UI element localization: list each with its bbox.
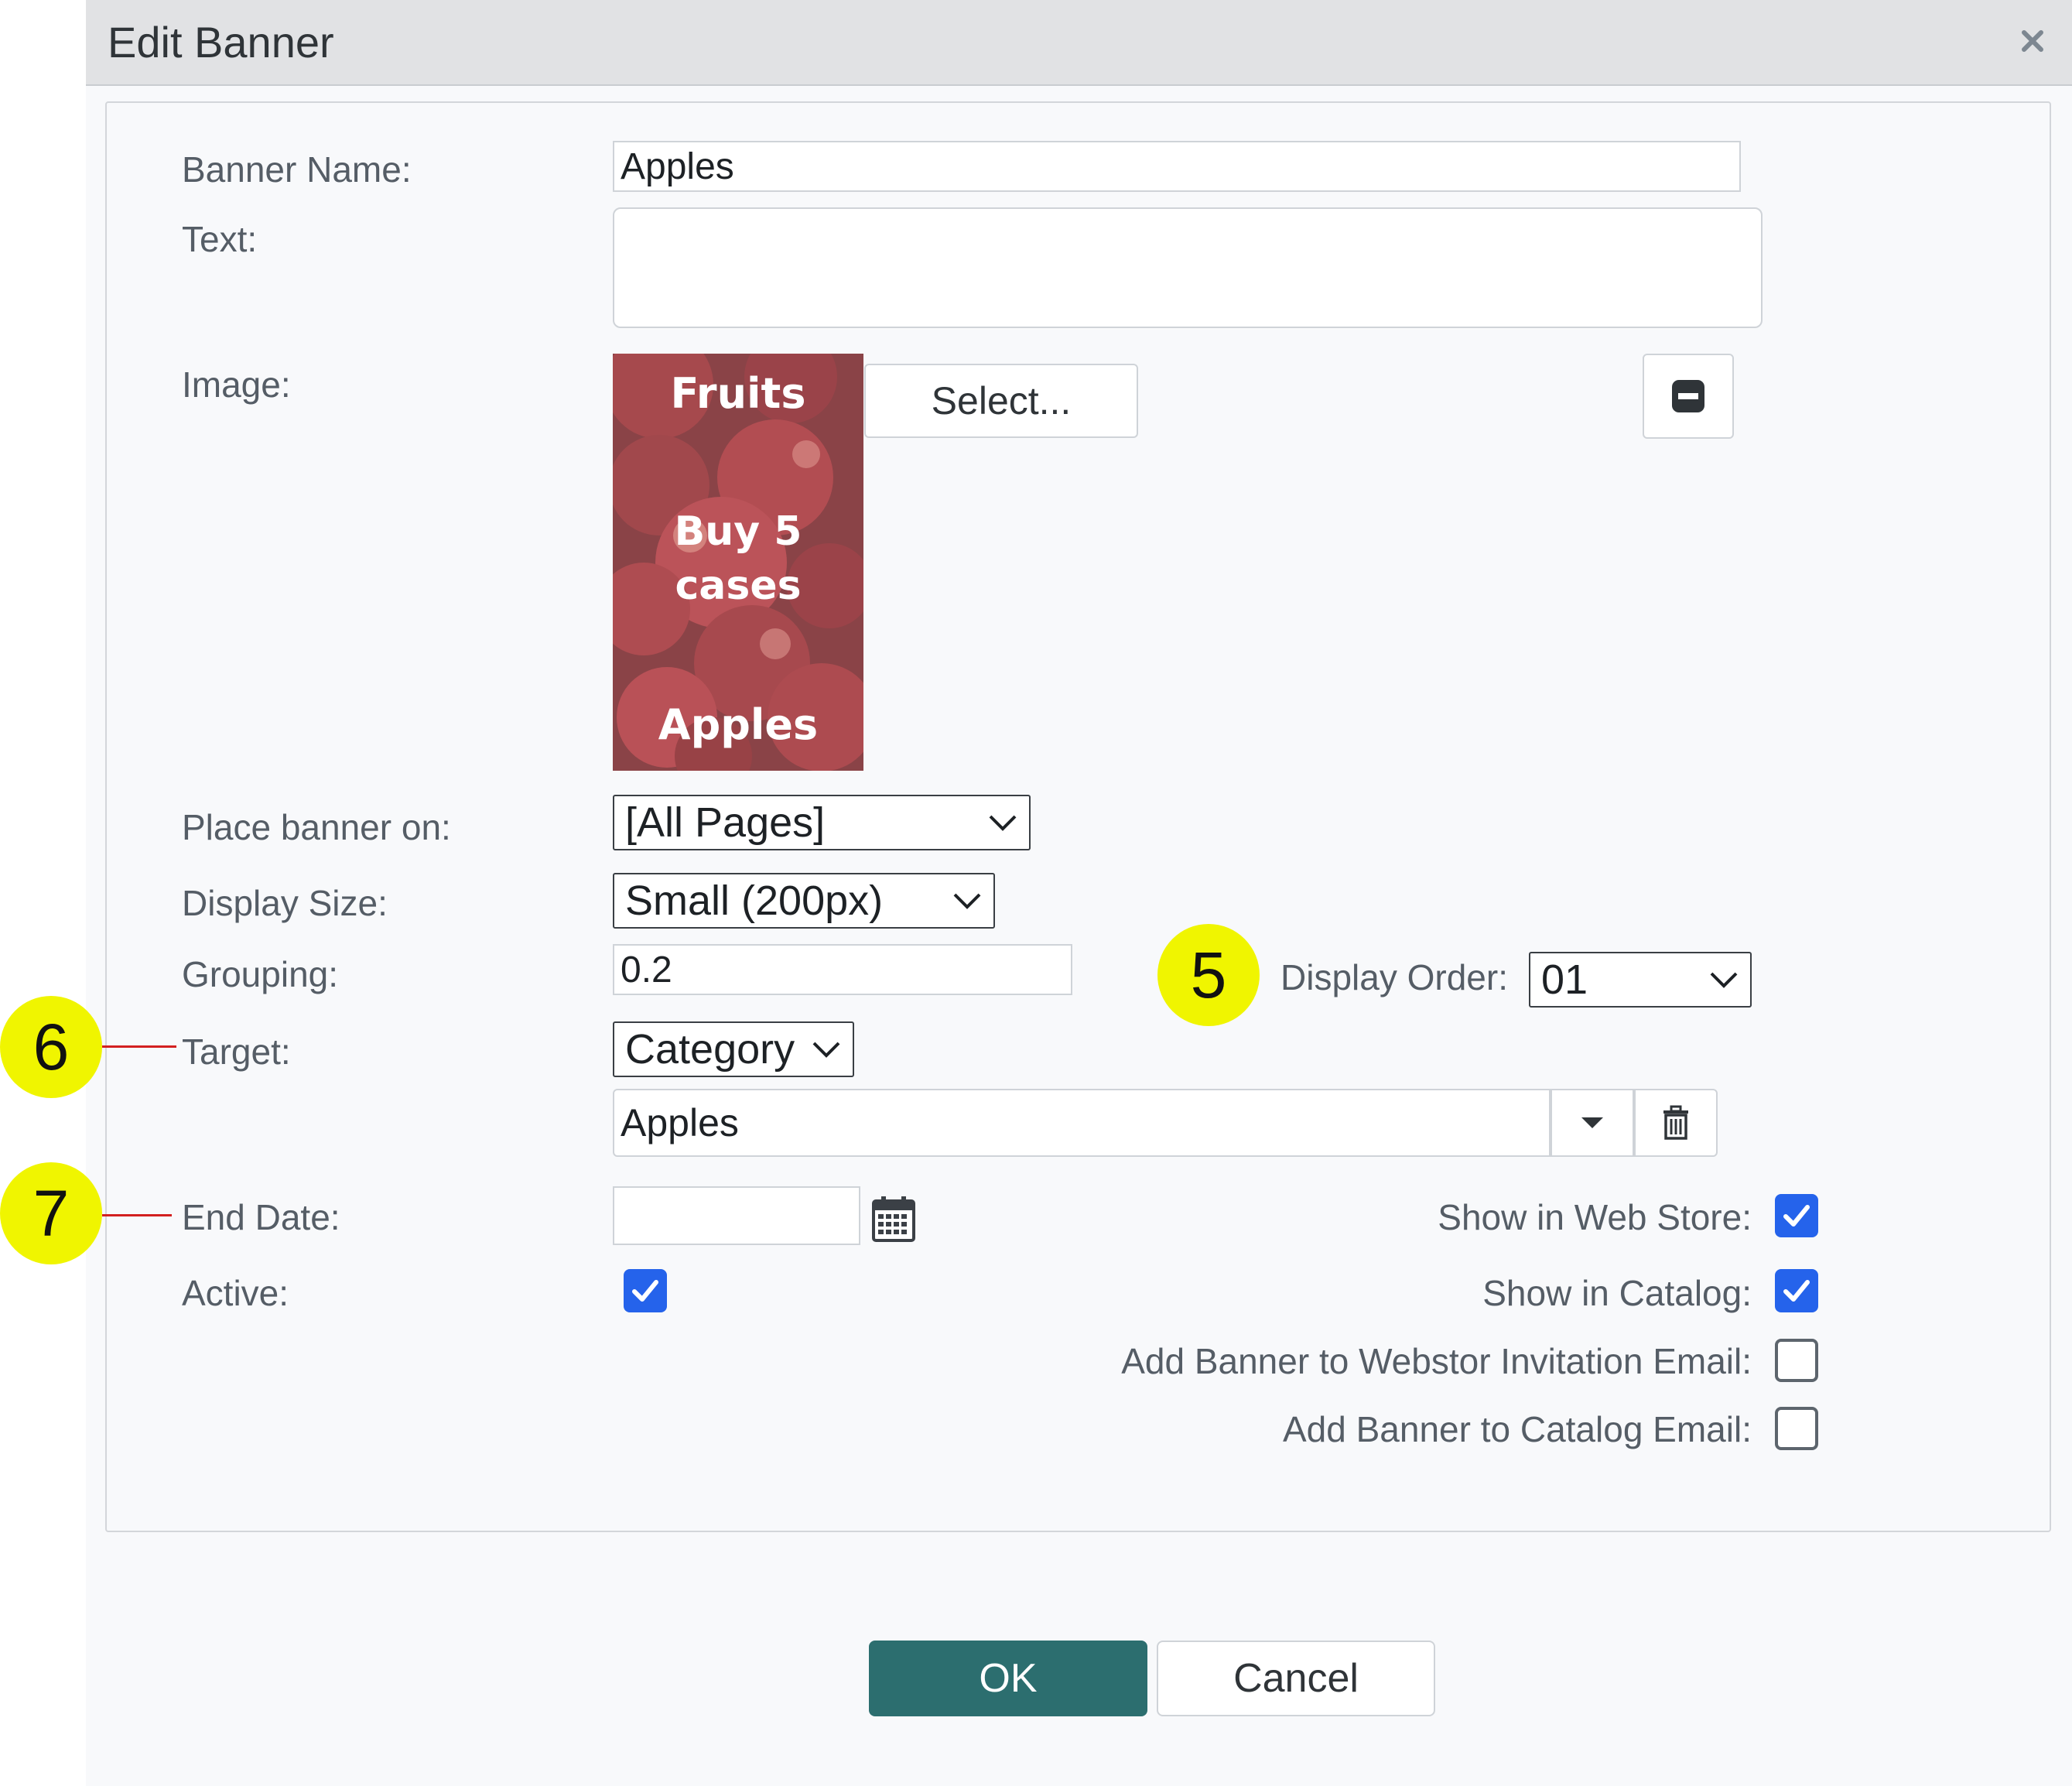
chevron-down-icon [1710,972,1738,988]
callout-6: 6 [0,996,102,1098]
calendar-icon[interactable] [871,1195,916,1243]
place-banner-select[interactable]: [All Pages] [613,795,1031,850]
cancel-button[interactable]: Cancel [1157,1641,1435,1716]
display-order-select[interactable]: 01 [1529,952,1752,1008]
checkmark-icon [632,1280,658,1302]
display-size-label: Display Size: [182,883,388,923]
select-image-button[interactable]: Select... [864,364,1138,438]
end-date-label: End Date: [182,1197,340,1237]
show-catalog-label: Show in Catalog: [1482,1273,1752,1313]
banner-image-text-cases: cases [675,563,802,609]
end-date-input[interactable] [613,1186,860,1245]
banner-image-preview: Fruits Buy 5 cases Apples [613,354,863,771]
image-label: Image: [182,364,291,405]
callout-6-leader [102,1045,176,1048]
place-banner-value: [All Pages] [625,799,826,846]
target-item-input[interactable]: Apples [613,1089,1551,1157]
add-catalog-email-checkbox[interactable] [1775,1407,1818,1450]
active-checkbox[interactable] [624,1269,667,1312]
banner-image-text-fruits: Fruits [670,369,806,418]
text-label: Text: [182,219,258,259]
caret-down-icon [1581,1117,1603,1128]
banner-image-text-buy: Buy 5 [674,508,802,555]
callout-7: 7 [0,1162,102,1264]
dialog-titlebar: Edit Banner [86,0,2072,86]
callout-7-leader [102,1214,172,1216]
target-value: Category [625,1026,795,1073]
chevron-down-icon [953,893,981,909]
target-label: Target: [182,1032,291,1072]
callout-5: 5 [1157,924,1260,1026]
display-order-label: Display Order: [1280,957,1508,997]
show-web-store-label: Show in Web Store: [1438,1197,1752,1237]
show-catalog-checkbox[interactable] [1775,1269,1818,1312]
banner-name-input[interactable]: Apples [613,141,1741,192]
remove-image-button[interactable] [1643,354,1734,439]
target-select[interactable]: Category [613,1021,854,1077]
banner-image-text-apples: Apples [658,700,819,749]
display-size-value: Small (200px) [625,878,884,924]
display-size-select[interactable]: Small (200px) [613,873,995,929]
place-banner-label: Place banner on: [182,807,451,847]
ok-button[interactable]: OK [869,1641,1147,1716]
dialog-title: Edit Banner [108,18,334,67]
target-item-delete-button[interactable] [1634,1089,1718,1157]
grouping-label: Grouping: [182,954,339,994]
show-web-store-checkbox[interactable] [1775,1194,1818,1237]
minus-square-icon [1672,380,1704,412]
target-item-dropdown-button[interactable] [1551,1089,1634,1157]
display-order-value: 01 [1541,956,1588,1003]
close-icon[interactable] [2013,22,2052,60]
grouping-input[interactable]: 0.2 [613,944,1072,995]
trash-icon [1663,1105,1688,1140]
chevron-down-icon [812,1042,840,1058]
add-webstore-email-label: Add Banner to Webstor Invitation Email: [1121,1341,1752,1381]
chevron-down-icon [989,815,1017,831]
add-catalog-email-label: Add Banner to Catalog Email: [1282,1409,1752,1449]
checkmark-icon [1783,1280,1810,1302]
text-textarea[interactable] [613,207,1763,328]
add-webstore-email-checkbox[interactable] [1775,1339,1818,1382]
checkmark-icon [1783,1205,1810,1227]
active-label: Active: [182,1273,289,1313]
banner-name-label: Banner Name: [182,149,412,190]
